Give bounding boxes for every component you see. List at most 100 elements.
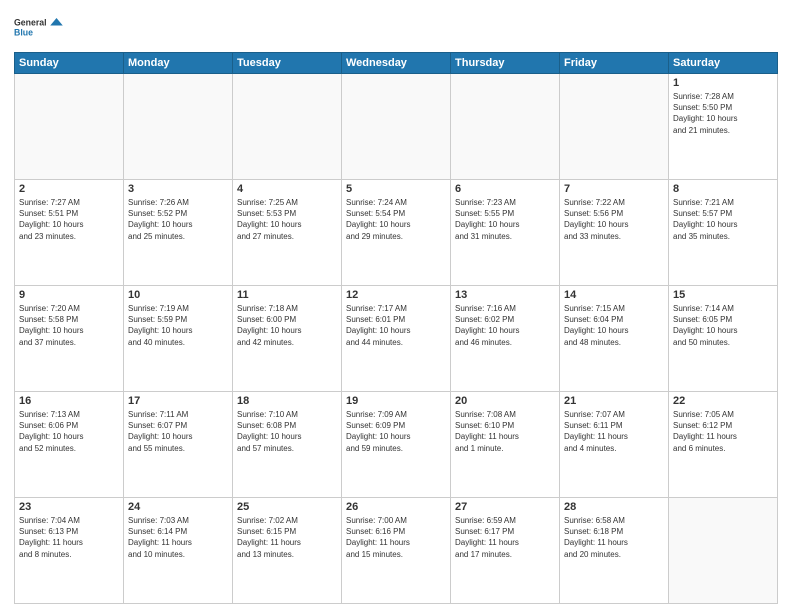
day-number: 12 — [346, 289, 446, 301]
calendar-header-row: SundayMondayTuesdayWednesdayThursdayFrid… — [15, 53, 778, 74]
calendar-cell-w3-d2: 10 Sunrise: 7:19 AM Sunset: 5:59 PM Dayli… — [124, 286, 233, 392]
calendar-cell-w5-d1: 23Sunrise: 7:04 AM Sunset: 6:13 PM Dayli… — [15, 498, 124, 604]
calendar-cell-w1-d2 — [124, 74, 233, 180]
day-info: Sunrise: 7:09 AM Sunset: 6:09 PM Dayligh… — [346, 409, 446, 454]
week-row-1: 1 Sunrise: 7:28 AM Sunset: 5:50 PM Daylig… — [15, 74, 778, 180]
calendar-cell-w2-d3: 4 Sunrise: 7:25 AM Sunset: 5:53 PM Daylig… — [233, 180, 342, 286]
svg-text:Blue: Blue — [14, 28, 33, 38]
week-row-2: 2 Sunrise: 7:27 AM Sunset: 5:51 PM Daylig… — [15, 180, 778, 286]
day-number: 13 — [455, 289, 555, 301]
day-info: Sunrise: 7:00 AM Sunset: 6:16 PM Dayligh… — [346, 515, 446, 560]
day-info: Sunrise: 7:25 AM Sunset: 5:53 PM Dayligh… — [237, 197, 337, 242]
calendar-cell-w1-d5 — [451, 74, 560, 180]
day-number: 1 — [673, 77, 773, 89]
calendar-cell-w1-d4 — [342, 74, 451, 180]
header-wednesday: Wednesday — [342, 53, 451, 74]
header-thursday: Thursday — [451, 53, 560, 74]
day-info: Sunrise: 7:11 AM Sunset: 6:07 PM Dayligh… — [128, 409, 228, 454]
day-number: 6 — [455, 183, 555, 195]
calendar-cell-w4-d6: 21 Sunrise: 7:07 AM Sunset: 6:11 PM Dayli… — [560, 392, 669, 498]
calendar-cell-w5-d5: 27 Sunrise: 6:59 AM Sunset: 6:17 PM Dayli… — [451, 498, 560, 604]
day-number: 16 — [19, 395, 119, 407]
day-number: 23 — [19, 501, 119, 513]
day-number: 28 — [564, 501, 664, 513]
calendar-cell-w2-d6: 7Sunrise: 7:22 AM Sunset: 5:56 PM Daylig… — [560, 180, 669, 286]
day-number: 4 — [237, 183, 337, 195]
header-friday: Friday — [560, 53, 669, 74]
day-number: 26 — [346, 501, 446, 513]
day-number: 3 — [128, 183, 228, 195]
day-info: Sunrise: 7:27 AM Sunset: 5:51 PM Dayligh… — [19, 197, 119, 242]
header-sunday: Sunday — [15, 53, 124, 74]
day-number: 22 — [673, 395, 773, 407]
calendar-cell-w3-d7: 15 Sunrise: 7:14 AM Sunset: 6:05 PM Dayli… — [669, 286, 778, 392]
calendar-cell-w3-d4: 12 Sunrise: 7:17 AM Sunset: 6:01 PM Dayli… — [342, 286, 451, 392]
week-row-5: 23Sunrise: 7:04 AM Sunset: 6:13 PM Dayli… — [15, 498, 778, 604]
day-info: Sunrise: 6:58 AM Sunset: 6:18 PM Dayligh… — [564, 515, 664, 560]
calendar-cell-w5-d2: 24 Sunrise: 7:03 AM Sunset: 6:14 PM Dayli… — [124, 498, 233, 604]
calendar-cell-w4-d4: 19 Sunrise: 7:09 AM Sunset: 6:09 PM Dayli… — [342, 392, 451, 498]
calendar-cell-w4-d7: 22 Sunrise: 7:05 AM Sunset: 6:12 PM Dayli… — [669, 392, 778, 498]
day-number: 17 — [128, 395, 228, 407]
calendar-cell-w1-d7: 1 Sunrise: 7:28 AM Sunset: 5:50 PM Daylig… — [669, 74, 778, 180]
calendar-cell-w4-d1: 16 Sunrise: 7:13 AM Sunset: 6:06 PM Dayli… — [15, 392, 124, 498]
calendar-cell-w5-d6: 28 Sunrise: 6:58 AM Sunset: 6:18 PM Dayli… — [560, 498, 669, 604]
calendar-cell-w4-d2: 17 Sunrise: 7:11 AM Sunset: 6:07 PM Dayli… — [124, 392, 233, 498]
day-info: Sunrise: 7:15 AM Sunset: 6:04 PM Dayligh… — [564, 303, 664, 348]
calendar-cell-w2-d2: 3Sunrise: 7:26 AM Sunset: 5:52 PM Daylig… — [124, 180, 233, 286]
calendar-cell-w1-d3 — [233, 74, 342, 180]
svg-text:General: General — [14, 18, 47, 28]
day-number: 9 — [19, 289, 119, 301]
day-number: 18 — [237, 395, 337, 407]
day-info: Sunrise: 7:10 AM Sunset: 6:08 PM Dayligh… — [237, 409, 337, 454]
day-info: Sunrise: 7:24 AM Sunset: 5:54 PM Dayligh… — [346, 197, 446, 242]
calendar-table: SundayMondayTuesdayWednesdayThursdayFrid… — [14, 52, 778, 604]
day-number: 8 — [673, 183, 773, 195]
day-number: 27 — [455, 501, 555, 513]
day-info: Sunrise: 7:16 AM Sunset: 6:02 PM Dayligh… — [455, 303, 555, 348]
day-number: 11 — [237, 289, 337, 301]
day-info: Sunrise: 7:02 AM Sunset: 6:15 PM Dayligh… — [237, 515, 337, 560]
day-number: 24 — [128, 501, 228, 513]
logo-svg: General Blue — [14, 10, 64, 46]
day-number: 15 — [673, 289, 773, 301]
day-number: 2 — [19, 183, 119, 195]
day-info: Sunrise: 7:18 AM Sunset: 6:00 PM Dayligh… — [237, 303, 337, 348]
day-number: 19 — [346, 395, 446, 407]
day-info: Sunrise: 7:19 AM Sunset: 5:59 PM Dayligh… — [128, 303, 228, 348]
day-info: Sunrise: 7:28 AM Sunset: 5:50 PM Dayligh… — [673, 91, 773, 136]
day-number: 7 — [564, 183, 664, 195]
calendar-cell-w5-d3: 25Sunrise: 7:02 AM Sunset: 6:15 PM Dayli… — [233, 498, 342, 604]
day-info: Sunrise: 7:14 AM Sunset: 6:05 PM Dayligh… — [673, 303, 773, 348]
week-row-3: 9 Sunrise: 7:20 AM Sunset: 5:58 PM Daylig… — [15, 286, 778, 392]
calendar-cell-w4-d3: 18 Sunrise: 7:10 AM Sunset: 6:08 PM Dayli… — [233, 392, 342, 498]
day-number: 10 — [128, 289, 228, 301]
day-info: Sunrise: 7:07 AM Sunset: 6:11 PM Dayligh… — [564, 409, 664, 454]
header-saturday: Saturday — [669, 53, 778, 74]
week-row-4: 16 Sunrise: 7:13 AM Sunset: 6:06 PM Dayli… — [15, 392, 778, 498]
day-info: Sunrise: 7:13 AM Sunset: 6:06 PM Dayligh… — [19, 409, 119, 454]
day-info: Sunrise: 7:03 AM Sunset: 6:14 PM Dayligh… — [128, 515, 228, 560]
calendar-cell-w1-d6 — [560, 74, 669, 180]
day-number: 21 — [564, 395, 664, 407]
header-monday: Monday — [124, 53, 233, 74]
day-number: 14 — [564, 289, 664, 301]
day-info: Sunrise: 7:05 AM Sunset: 6:12 PM Dayligh… — [673, 409, 773, 454]
calendar-cell-w5-d7 — [669, 498, 778, 604]
calendar-cell-w4-d5: 20 Sunrise: 7:08 AM Sunset: 6:10 PM Dayli… — [451, 392, 560, 498]
calendar-cell-w2-d5: 6Sunrise: 7:23 AM Sunset: 5:55 PM Daylig… — [451, 180, 560, 286]
calendar-cell-w1-d1 — [15, 74, 124, 180]
header: General Blue — [14, 10, 778, 46]
day-info: Sunrise: 7:21 AM Sunset: 5:57 PM Dayligh… — [673, 197, 773, 242]
day-info: Sunrise: 6:59 AM Sunset: 6:17 PM Dayligh… — [455, 515, 555, 560]
day-number: 20 — [455, 395, 555, 407]
day-info: Sunrise: 7:17 AM Sunset: 6:01 PM Dayligh… — [346, 303, 446, 348]
day-info: Sunrise: 7:08 AM Sunset: 6:10 PM Dayligh… — [455, 409, 555, 454]
calendar-cell-w3-d1: 9 Sunrise: 7:20 AM Sunset: 5:58 PM Daylig… — [15, 286, 124, 392]
calendar-cell-w5-d4: 26 Sunrise: 7:00 AM Sunset: 6:16 PM Dayli… — [342, 498, 451, 604]
header-tuesday: Tuesday — [233, 53, 342, 74]
calendar-cell-w2-d1: 2 Sunrise: 7:27 AM Sunset: 5:51 PM Daylig… — [15, 180, 124, 286]
calendar-cell-w3-d3: 11 Sunrise: 7:18 AM Sunset: 6:00 PM Dayli… — [233, 286, 342, 392]
logo: General Blue — [14, 10, 64, 46]
day-info: Sunrise: 7:20 AM Sunset: 5:58 PM Dayligh… — [19, 303, 119, 348]
